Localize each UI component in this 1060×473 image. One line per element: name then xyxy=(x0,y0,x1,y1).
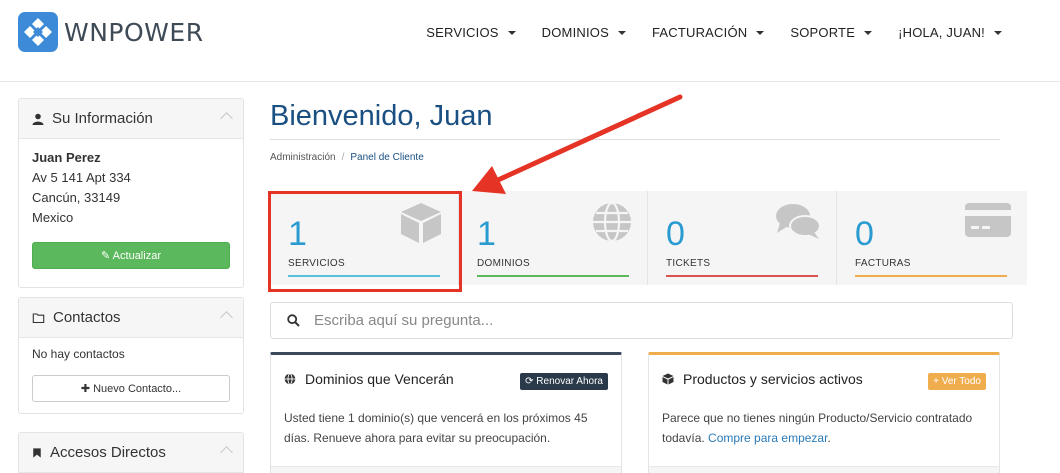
main-nav: SERVICIOS DOMINIOS FACTURACIÓN SOPORTE ¡… xyxy=(400,25,1002,40)
tile-tickets-count: 0 xyxy=(666,215,685,253)
contacts-panel-title: Contactos xyxy=(53,309,121,326)
contacts-panel-header[interactable]: Contactos xyxy=(19,298,243,338)
highlight-box xyxy=(268,191,462,292)
tile-tickets-bar xyxy=(666,275,818,277)
tile-dominios-bar xyxy=(477,275,629,277)
active-products-text: Parece que no tienes ningún Producto/Ser… xyxy=(649,403,999,448)
client-address-1: Av 5 141 Apt 334 xyxy=(32,170,131,185)
shortcuts-panel: Accesos Directos xyxy=(18,432,244,473)
chevron-up-icon[interactable] xyxy=(220,112,233,125)
shortcuts-panel-header[interactable]: Accesos Directos xyxy=(19,433,243,473)
nav-dominios[interactable]: DOMINIOS xyxy=(542,25,626,40)
tile-facturas[interactable]: 0 FACTURAS xyxy=(837,191,1026,285)
title-divider xyxy=(270,139,1000,140)
chevron-down-icon xyxy=(994,30,1002,35)
top-header: WNPOWER SERVICIOS DOMINIOS FACTURACIÓN S… xyxy=(0,0,1060,82)
nav-user-label: ¡HOLA, JUAN! xyxy=(898,25,985,40)
buy-to-start-link[interactable]: Compre para empezar xyxy=(708,431,827,445)
tile-dominios[interactable]: 1 DOMINIOS xyxy=(459,191,648,285)
tile-dominios-count: 1 xyxy=(477,215,496,253)
nav-servicios-label: SERVICIOS xyxy=(426,25,499,40)
breadcrumb-current: Panel de Cliente xyxy=(350,152,424,163)
folder-icon xyxy=(32,312,45,323)
comments-icon xyxy=(776,204,821,239)
active-products-title: Productos y servicios activos xyxy=(683,371,863,387)
nav-facturacion[interactable]: FACTURACIÓN xyxy=(651,25,765,40)
nav-servicios[interactable]: SERVICIOS xyxy=(426,25,516,40)
nav-soporte[interactable]: SOPORTE xyxy=(790,25,873,40)
expiring-domains-title: Dominios que Vencerán xyxy=(305,371,454,387)
nav-facturacion-label: FACTURACIÓN xyxy=(651,25,748,40)
client-address-2: Cancún, 33149 xyxy=(32,190,121,205)
breadcrumb: Administración / Panel de Cliente xyxy=(270,152,424,163)
user-icon xyxy=(32,113,44,125)
tile-dominios-label: DOMINIOS xyxy=(477,258,530,269)
active-products-card: Productos y servicios activos + Ver Todo… xyxy=(648,352,1000,473)
card-footer xyxy=(271,466,621,473)
bookmark-icon xyxy=(33,447,41,458)
shortcuts-panel-title: Accesos Directos xyxy=(50,444,166,461)
chevron-up-icon[interactable] xyxy=(220,446,233,459)
tile-facturas-label: FACTURAS xyxy=(855,258,911,269)
no-contacts-text: No hay contactos xyxy=(32,347,125,361)
info-panel-title: Su Información xyxy=(52,110,153,127)
breadcrumb-root[interactable]: Administración xyxy=(270,152,336,163)
nav-dominios-label: DOMINIOS xyxy=(541,25,609,40)
globe-icon xyxy=(593,201,631,243)
chevron-down-icon xyxy=(507,30,516,35)
expiring-domains-card: Dominios que Vencerán ⟳ Renovar Ahora Us… xyxy=(270,352,622,473)
brand-name: WNPOWER xyxy=(64,17,204,47)
page-title: Bienvenido, Juan xyxy=(270,100,493,132)
globe-icon xyxy=(284,373,296,385)
search-input[interactable] xyxy=(314,312,954,329)
tile-tickets[interactable]: 0 TICKETS xyxy=(648,191,837,285)
info-panel-header[interactable]: Su Información xyxy=(19,99,243,139)
chevron-down-icon xyxy=(617,30,626,35)
active-products-header: Productos y servicios activos + Ver Todo xyxy=(649,355,999,403)
tile-facturas-count: 0 xyxy=(855,215,874,253)
tile-facturas-bar xyxy=(855,275,1007,277)
nav-soporte-label: SOPORTE xyxy=(790,25,856,40)
expiring-domains-header: Dominios que Vencerán ⟳ Renovar Ahora xyxy=(271,355,621,403)
client-country: Mexico xyxy=(32,210,74,225)
logo-icon xyxy=(18,12,58,52)
update-button[interactable]: ✎ Actualizar xyxy=(32,242,230,269)
credit-card-icon xyxy=(965,203,1011,237)
expiring-domains-text: Usted tiene 1 dominio(s) que vencerá en … xyxy=(284,411,588,445)
search-icon[interactable] xyxy=(287,314,300,327)
chevron-down-icon xyxy=(756,30,765,35)
chevron-up-icon[interactable] xyxy=(220,311,233,324)
cube-icon xyxy=(662,373,674,385)
chevron-down-icon xyxy=(864,30,873,35)
tile-tickets-label: TICKETS xyxy=(666,258,711,269)
brand-logo[interactable]: WNPOWER xyxy=(18,12,204,52)
breadcrumb-separator: / xyxy=(341,152,345,163)
contacts-panel: Contactos No hay contactos ✚ Nuevo Conta… xyxy=(18,297,244,414)
renew-now-button[interactable]: ⟳ Renovar Ahora xyxy=(520,373,608,390)
nav-user-menu[interactable]: ¡HOLA, JUAN! xyxy=(898,25,1002,40)
new-contact-button[interactable]: ✚ Nuevo Contacto... xyxy=(32,375,230,402)
view-all-button[interactable]: + Ver Todo xyxy=(928,373,986,390)
info-panel: Su Información Juan Perez Av 5 141 Apt 3… xyxy=(18,98,244,288)
card-footer xyxy=(649,466,999,473)
client-name: Juan Perez xyxy=(32,150,101,165)
link-trailing-punctuation: . xyxy=(827,431,831,445)
knowledgebase-search xyxy=(270,302,1013,339)
